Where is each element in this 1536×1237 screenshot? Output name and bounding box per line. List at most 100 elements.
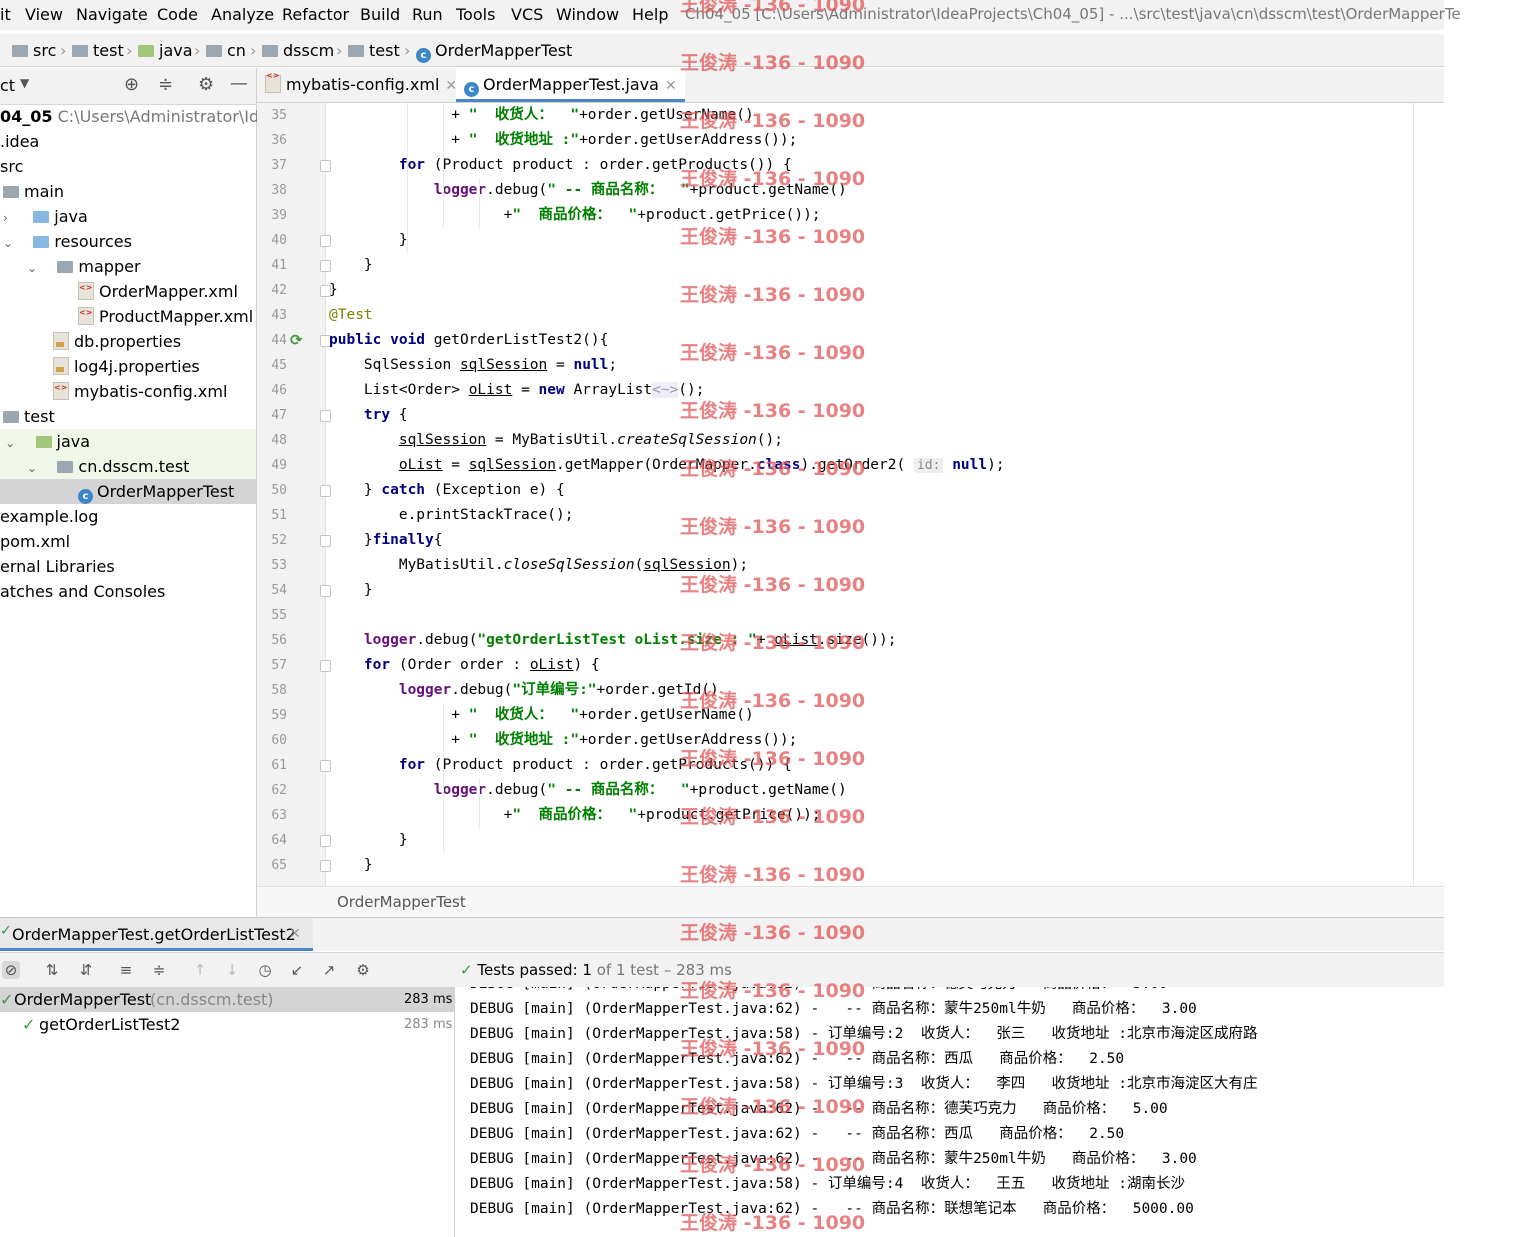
code-line[interactable]: public void getOrderListTest2(){ bbox=[329, 328, 608, 353]
tree-item-db-properties[interactable]: db.properties bbox=[53, 329, 181, 354]
tree-item-test-java[interactable]: ⌄ java bbox=[0, 429, 256, 454]
code-line[interactable]: } bbox=[329, 853, 373, 878]
expand-all-icon[interactable]: ≡ bbox=[117, 961, 135, 979]
tree-item-productmapper-xml[interactable]: ProductMapper.xml bbox=[78, 300, 253, 329]
code-line[interactable]: oList = sqlSession.getMapper(OrderMapper… bbox=[329, 453, 1005, 478]
test-suite-row[interactable]: ✓ OrderMapperTest (cn.dsscm.test) 283 ms bbox=[0, 987, 454, 1012]
tree-item-mybatis-config[interactable]: mybatis-config.xml bbox=[53, 375, 227, 404]
test-case-row[interactable]: ✓ getOrderListTest2 283 ms bbox=[0, 1012, 454, 1037]
tab-run-config[interactable]: ✓ OrderMapperTest.getOrderListTest2 ✕ bbox=[0, 918, 313, 951]
tree-item-idea[interactable]: .idea bbox=[0, 129, 39, 154]
code-editor[interactable]: 35 36 37 38 39 40 41 42 43 44 ⟳ 45 46 47 48 49 50 51 52 53 5… bbox=[257, 103, 1444, 886]
code-line[interactable]: for (Product product : order.getProducts… bbox=[329, 753, 792, 778]
chevron-down-icon[interactable]: ⌄ bbox=[3, 236, 13, 250]
chevron-down-icon[interactable]: ▼ bbox=[20, 76, 29, 90]
code-line[interactable]: for (Order order : oList) { bbox=[329, 653, 600, 678]
code-line[interactable]: logger.debug("getOrderListTest oList.siz… bbox=[329, 628, 897, 653]
breadcrumb-cn[interactable]: cn bbox=[206, 41, 246, 60]
code-line[interactable]: + " 收货人： "+order.getUserName() bbox=[329, 703, 753, 728]
code-line[interactable]: @Test bbox=[329, 303, 373, 328]
code-line[interactable]: for (Product product : order.getProducts… bbox=[329, 153, 792, 178]
code-line[interactable]: sqlSession = MyBatisUtil.createSqlSessio… bbox=[329, 428, 783, 453]
console-output[interactable]: DEBUG [main] (OrderMapperTest.java:62) -… bbox=[455, 987, 1444, 1237]
breadcrumb-src[interactable]: src bbox=[12, 41, 56, 60]
code-line[interactable]: SqlSession sqlSession = null; bbox=[329, 353, 617, 378]
run-test-icon[interactable]: ⟳ bbox=[290, 331, 303, 349]
code-line[interactable]: logger.debug(" -- 商品名称： "+product.getNam… bbox=[329, 778, 847, 803]
locate-icon[interactable]: ⊕ bbox=[124, 74, 139, 95]
code-line[interactable]: + " 收货地址 :"+order.getUserAddress()); bbox=[329, 128, 797, 153]
chevron-down-icon[interactable]: ⌄ bbox=[27, 461, 37, 475]
menu-window[interactable]: Window bbox=[556, 5, 619, 24]
menu-analyze[interactable]: Analyze bbox=[211, 5, 274, 24]
close-icon[interactable]: ✕ bbox=[289, 926, 301, 942]
arrow-up-icon[interactable]: ↑ bbox=[191, 961, 209, 979]
collapse-all-icon[interactable]: ≑ bbox=[150, 961, 168, 979]
arrow-down-icon[interactable]: ↓ bbox=[223, 961, 241, 979]
stop-icon[interactable]: ⊘ bbox=[2, 961, 20, 979]
menu-refactor[interactable]: Refactor bbox=[282, 5, 349, 24]
project-view-selector[interactable]: ct bbox=[0, 76, 15, 95]
code-line[interactable]: } bbox=[329, 228, 408, 253]
breadcrumb-java[interactable]: java bbox=[138, 41, 193, 60]
tree-item-scratches[interactable]: atches and Consoles bbox=[0, 579, 165, 604]
menu-run[interactable]: Run bbox=[412, 5, 443, 24]
code-line[interactable]: try { bbox=[329, 403, 408, 428]
tree-item-pom-xml[interactable]: pom.xml bbox=[0, 529, 70, 554]
sort-alpha-icon[interactable]: ⇅ bbox=[43, 961, 61, 979]
gear-icon[interactable]: ⚙ bbox=[198, 74, 214, 95]
code-line[interactable]: + " 收货人： "+order.getUserName() bbox=[329, 103, 753, 128]
menu-code[interactable]: Code bbox=[157, 5, 198, 24]
code-line[interactable]: List<Order> oList = new ArrayList<~>(); bbox=[329, 378, 704, 403]
chevron-down-icon[interactable]: ⌄ bbox=[5, 436, 15, 450]
tree-item-example-log[interactable]: example.log bbox=[0, 504, 98, 529]
gear-icon[interactable]: ⚙ bbox=[354, 961, 372, 979]
code-line[interactable]: +" 商品价格： "+product.getPrice()); bbox=[329, 203, 821, 228]
export-icon[interactable]: ↗ bbox=[320, 961, 338, 979]
tree-item-java[interactable]: › java bbox=[3, 204, 88, 229]
code-line[interactable]: + " 收货地址 :"+order.getUserAddress()); bbox=[329, 728, 797, 753]
code-line[interactable]: } catch (Exception e) { bbox=[329, 478, 565, 503]
tree-item-cn-dsscm-test[interactable]: ⌄ cn.dsscm.test bbox=[0, 454, 256, 479]
tree-item-ordermappertest[interactable]: c OrderMapperTest bbox=[0, 479, 256, 504]
menu-help[interactable]: Help bbox=[632, 5, 668, 24]
code-line[interactable]: } bbox=[329, 253, 373, 278]
tree-item-ordermapper-xml[interactable]: OrderMapper.xml bbox=[78, 275, 238, 304]
tree-item-log4j-properties[interactable]: log4j.properties bbox=[53, 354, 200, 379]
menu-build[interactable]: Build bbox=[360, 5, 400, 24]
close-icon[interactable]: ✕ bbox=[665, 78, 677, 94]
tree-item-external-libraries[interactable]: ernal Libraries bbox=[0, 554, 115, 579]
code-line[interactable]: } bbox=[329, 578, 373, 603]
menu-vcs[interactable]: VCS bbox=[511, 5, 543, 24]
tree-item-resources[interactable]: ⌄ resources bbox=[3, 229, 132, 254]
chevron-down-icon[interactable]: ⌄ bbox=[27, 261, 37, 275]
menu-edit[interactable]: it bbox=[0, 5, 11, 24]
history-icon[interactable]: ◷ bbox=[256, 961, 274, 979]
collapse-all-icon[interactable]: ≑ bbox=[158, 74, 173, 95]
breadcrumb-test-pkg[interactable]: test bbox=[348, 41, 400, 60]
code-line[interactable]: }finally{ bbox=[329, 528, 443, 553]
code-line[interactable]: } bbox=[329, 278, 338, 303]
menu-navigate[interactable]: Navigate bbox=[76, 5, 148, 24]
sort-duration-icon[interactable]: ⇵ bbox=[77, 961, 95, 979]
breadcrumb-class[interactable]: c OrderMapperTest bbox=[416, 41, 572, 63]
code-line[interactable]: MyBatisUtil.closeSqlSession(sqlSession); bbox=[329, 553, 748, 578]
breadcrumb-dsscm[interactable]: dsscm bbox=[262, 41, 334, 60]
code-line[interactable]: e.printStackTrace(); bbox=[329, 503, 574, 528]
tree-root[interactable]: 04_05 C:\Users\Administrator\IdeaP bbox=[0, 104, 288, 129]
code-line[interactable]: +" 商品价格： "+product.getPrice()); bbox=[329, 803, 821, 828]
import-icon[interactable]: ↙ bbox=[288, 961, 306, 979]
tree-item-main[interactable]: main bbox=[3, 179, 64, 204]
tab-mybatis-config[interactable]: mybatis-config.xml✕ bbox=[257, 59, 465, 102]
tree-item-src[interactable]: src bbox=[0, 154, 23, 179]
menu-tools[interactable]: Tools bbox=[456, 5, 495, 24]
tab-ordermappertest[interactable]: c OrderMapperTest.java ✕ bbox=[456, 68, 685, 102]
code-line[interactable]: logger.debug("订单编号:"+order.getId() bbox=[329, 678, 719, 703]
minimize-icon[interactable]: — bbox=[230, 73, 248, 94]
breadcrumb-test[interactable]: test bbox=[72, 41, 124, 60]
chevron-right-icon[interactable]: › bbox=[3, 211, 8, 225]
editor-breadcrumb-class[interactable]: OrderMapperTest bbox=[337, 893, 466, 911]
menu-view[interactable]: View bbox=[25, 5, 63, 24]
tree-item-test[interactable]: test bbox=[3, 404, 55, 429]
code-line[interactable]: } bbox=[329, 828, 408, 853]
